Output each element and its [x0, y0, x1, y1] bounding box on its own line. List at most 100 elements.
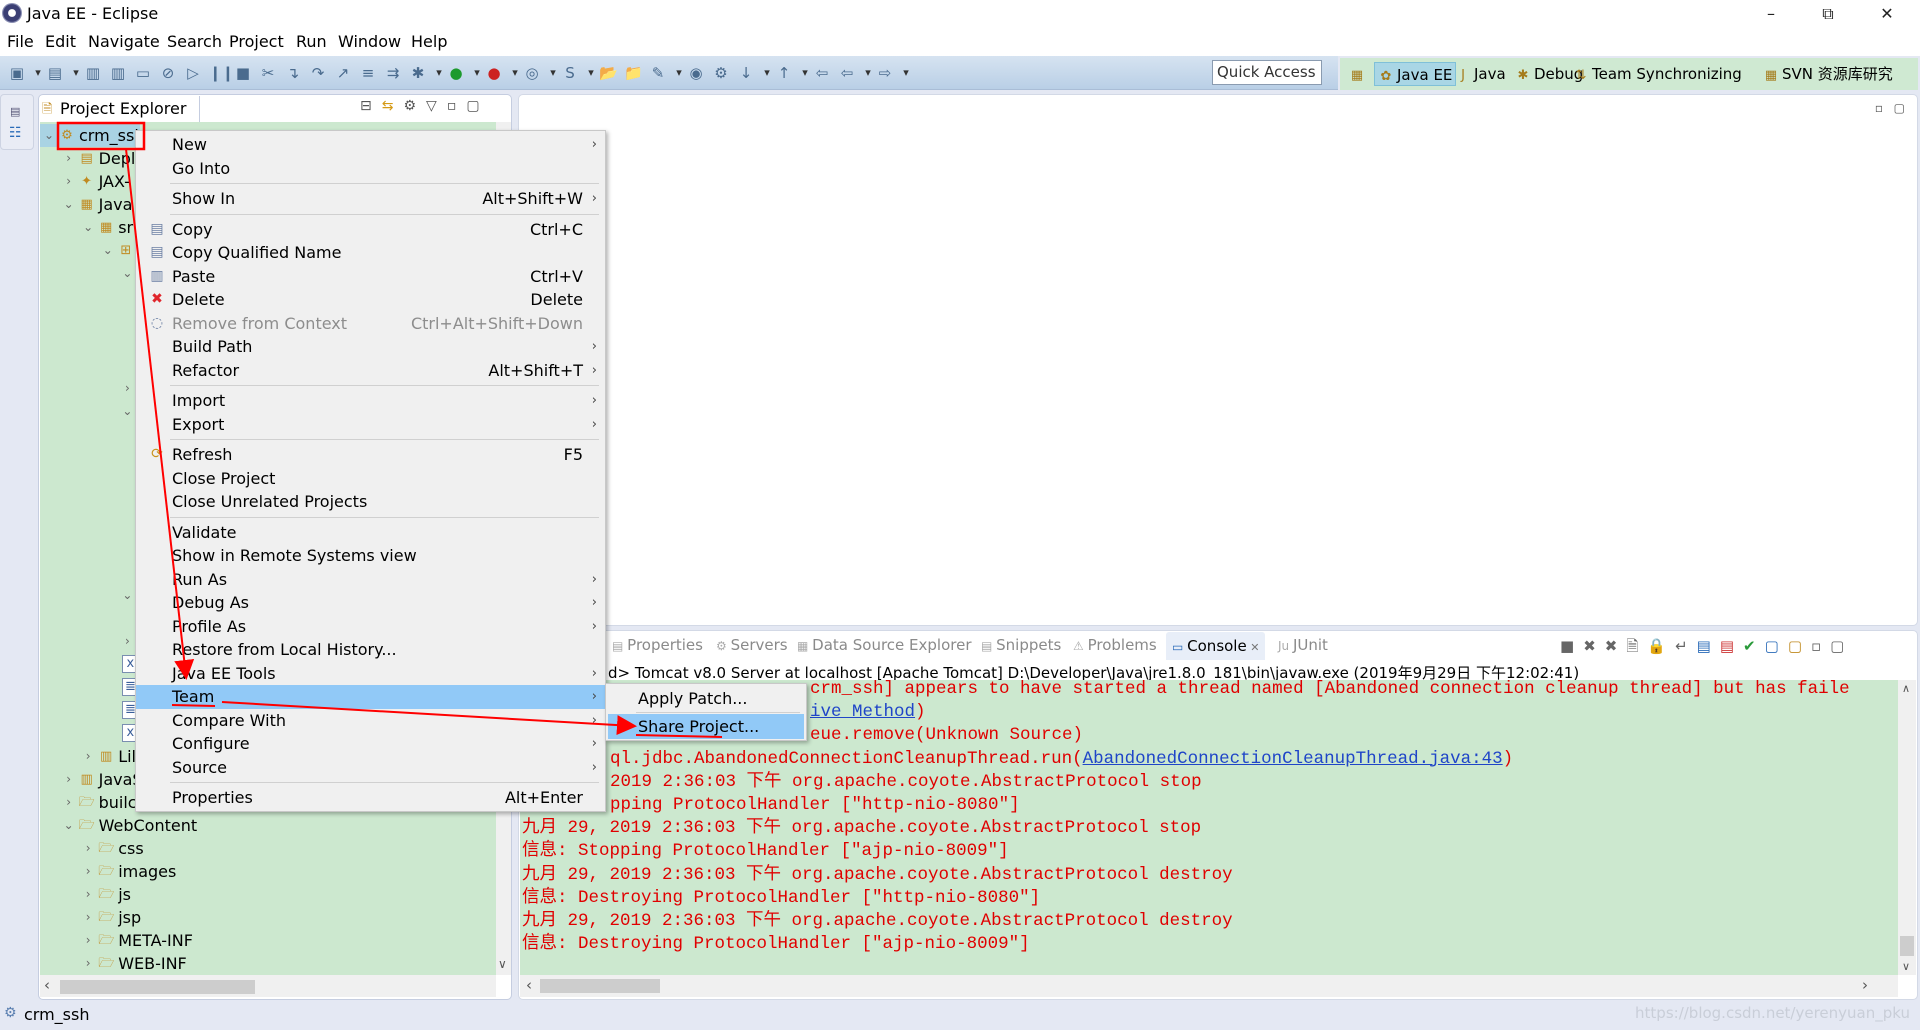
tree-row[interactable]: › 🗁 jsp [40, 906, 496, 929]
chevron-right-icon[interactable]: › [62, 768, 76, 791]
tab-properties[interactable]: ▤ Properties [612, 636, 703, 654]
restore-button[interactable]: ⧉ [1805, 0, 1851, 28]
forward-icon[interactable]: ⇨ [876, 64, 894, 82]
maximize-editor-icon[interactable]: ▢ [1894, 101, 1905, 115]
chevron-right-icon[interactable]: › [81, 860, 95, 883]
step-into-icon[interactable]: ↴ [284, 64, 302, 82]
menu-item-show-in-remote-systems-view[interactable]: Show in Remote Systems view [136, 544, 605, 568]
dropdown-icon[interactable]: ▾ [586, 64, 596, 82]
last-edit-icon[interactable]: ⇦ [813, 64, 831, 82]
scroll-lock-icon[interactable]: 🔒 [1647, 637, 1675, 655]
search-icon[interactable]: ✎ [649, 64, 667, 82]
console-vertical-scrollbar[interactable]: ∧ ∨ [1898, 680, 1916, 975]
terminate-icon[interactable]: ■ [1560, 637, 1583, 655]
menu-item-java-ee-tools[interactable]: Java EE Tools › [136, 662, 605, 686]
perspective-java[interactable]: ✿ Java EE [1374, 62, 1457, 86]
dropdown-icon[interactable]: ▾ [434, 64, 444, 82]
menu-help[interactable]: Help [411, 32, 447, 51]
new-icon[interactable]: ▣ [8, 64, 26, 82]
dropdown-icon[interactable]: ▾ [674, 64, 684, 82]
view-menu-icon[interactable]: ▽ [426, 98, 447, 114]
show-stderr-icon[interactable]: ▤ [1720, 637, 1743, 655]
menu-item-source[interactable]: Source › [136, 756, 605, 780]
tab-junit[interactable]: Ju JUnit [1278, 636, 1328, 654]
tab-data-source-explorer[interactable]: ▦ Data Source Explorer [797, 636, 971, 654]
prev-annotation-icon[interactable]: ↑ [775, 64, 793, 82]
menu-item-run-as[interactable]: Run As › [136, 568, 605, 592]
outline-icon[interactable]: ☷ [9, 125, 22, 141]
remove-all-icon[interactable]: ✖ [1605, 637, 1627, 655]
menu-project[interactable]: Project [229, 32, 284, 51]
chevron-right-icon[interactable]: › [81, 883, 95, 906]
menu-search[interactable]: Search [167, 32, 222, 51]
menu-item-restore-from-local-history[interactable]: Restore from Local History... [136, 638, 605, 662]
menu-item-close-unrelated-projects[interactable]: Close Unrelated Projects [136, 490, 605, 514]
console-icon[interactable]: ▭ [134, 64, 152, 82]
perspective-team[interactable]: ⇅ Team Synchronizing [1570, 62, 1745, 86]
close-icon[interactable]: ✕ [1247, 641, 1259, 654]
menu-item-refactor[interactable]: Refactor Alt+Shift+T › [136, 359, 605, 383]
dropdown-icon[interactable]: ▾ [472, 64, 482, 82]
terminate-icon[interactable]: ■ [234, 64, 252, 82]
chevron-right-icon[interactable]: › [81, 929, 95, 952]
menu-item-new[interactable]: New › [136, 133, 605, 157]
new-server-icon[interactable]: ◎ [523, 64, 541, 82]
menu-item-paste[interactable]: ▥ Paste Ctrl+V [136, 265, 605, 289]
menu-run[interactable]: Run [296, 32, 327, 51]
resume-icon[interactable]: ▷ [184, 64, 202, 82]
tree-row[interactable]: ⌄ 🗁 WebContent [40, 814, 496, 837]
close-button[interactable]: ✕ [1864, 0, 1910, 28]
menu-edit[interactable]: Edit [45, 32, 76, 51]
maximize-console-icon[interactable]: ▢ [1830, 637, 1853, 655]
menu-item-go-into[interactable]: Go Into [136, 157, 605, 181]
submenu-item-share-project[interactable]: Share Project... [608, 714, 804, 739]
minimize-button[interactable]: – [1748, 0, 1794, 28]
dropdown-icon[interactable]: ▾ [863, 64, 873, 82]
menu-item-profile-as[interactable]: Profile As › [136, 615, 605, 639]
tab-project-explorer[interactable]: 🗎 Project Explorer ✕ [40, 96, 200, 136]
menu-item-configure[interactable]: Configure › [136, 732, 605, 756]
chevron-right-icon[interactable]: › [81, 952, 95, 975]
tree-row[interactable]: ⌄ ⚙ crm_ssl [40, 124, 140, 147]
chevron-down-icon[interactable]: ⌄ [62, 814, 76, 837]
globe-icon[interactable]: ◉ [687, 64, 705, 82]
minimize-editor-icon[interactable]: ▫ [1875, 101, 1883, 115]
debug-icon[interactable]: ✱ [409, 64, 427, 82]
maximize-view-icon[interactable]: ▢ [466, 98, 489, 114]
filter-icon[interactable]: ⚙ [403, 98, 426, 114]
stack-trace-link[interactable]: ive Method [810, 702, 915, 722]
menu-item-team[interactable]: Team › [136, 685, 605, 709]
new-snippet-icon[interactable]: S [561, 64, 579, 82]
step-over-icon[interactable]: ↷ [309, 64, 327, 82]
quick-access-input[interactable]: Quick Access [1212, 60, 1322, 85]
save-all-icon[interactable]: ▥ [109, 64, 127, 82]
menu-item-import[interactable]: Import › [136, 389, 605, 413]
menu-item-refresh[interactable]: ⟳ Refresh F5 [136, 443, 605, 467]
run-server-icon[interactable]: ● [485, 64, 503, 82]
use-step-filters-icon[interactable]: ⇉ [384, 64, 402, 82]
console-scroll-thumb[interactable] [1900, 936, 1914, 956]
dropdown-icon[interactable]: ▾ [71, 64, 81, 82]
menu-item-show-in[interactable]: Show In Alt+Shift+W › [136, 187, 605, 211]
menu-item-remove-from-context[interactable]: ◌ Remove from Context Ctrl+Alt+Shift+Down [136, 312, 605, 336]
menu-item-build-path[interactable]: Build Path › [136, 335, 605, 359]
tab-problems[interactable]: ⚠ Problems [1073, 636, 1157, 654]
chevron-right-icon[interactable]: › [120, 377, 134, 400]
chevron-right-icon[interactable]: › [81, 745, 95, 768]
stack-trace-link[interactable]: AbandonedConnectionCleanupThread.java:43 [1083, 749, 1503, 769]
menu-navigate[interactable]: Navigate [88, 32, 160, 51]
tree-row[interactable]: › 🗁 css [40, 837, 496, 860]
dropdown-icon[interactable]: ▾ [800, 64, 810, 82]
chevron-down-icon[interactable]: ⌄ [120, 584, 134, 607]
dropdown-icon[interactable]: ▾ [548, 64, 558, 82]
chevron-down-icon[interactable]: ⌄ [120, 400, 134, 423]
link-editor-icon[interactable]: ⇆ [382, 98, 404, 114]
menu-file[interactable]: File [7, 32, 34, 51]
show-stdout-icon[interactable]: ▤ [1697, 637, 1720, 655]
dropdown-icon[interactable]: ▾ [33, 64, 43, 82]
disconnect-icon[interactable]: ✂ [259, 64, 277, 82]
next-annotation-icon[interactable]: ↓ [737, 64, 755, 82]
menu-window[interactable]: Window [338, 32, 401, 51]
tree-row[interactable]: › 🗁 images [40, 860, 496, 883]
open-type-icon[interactable]: 📂 [599, 64, 618, 82]
